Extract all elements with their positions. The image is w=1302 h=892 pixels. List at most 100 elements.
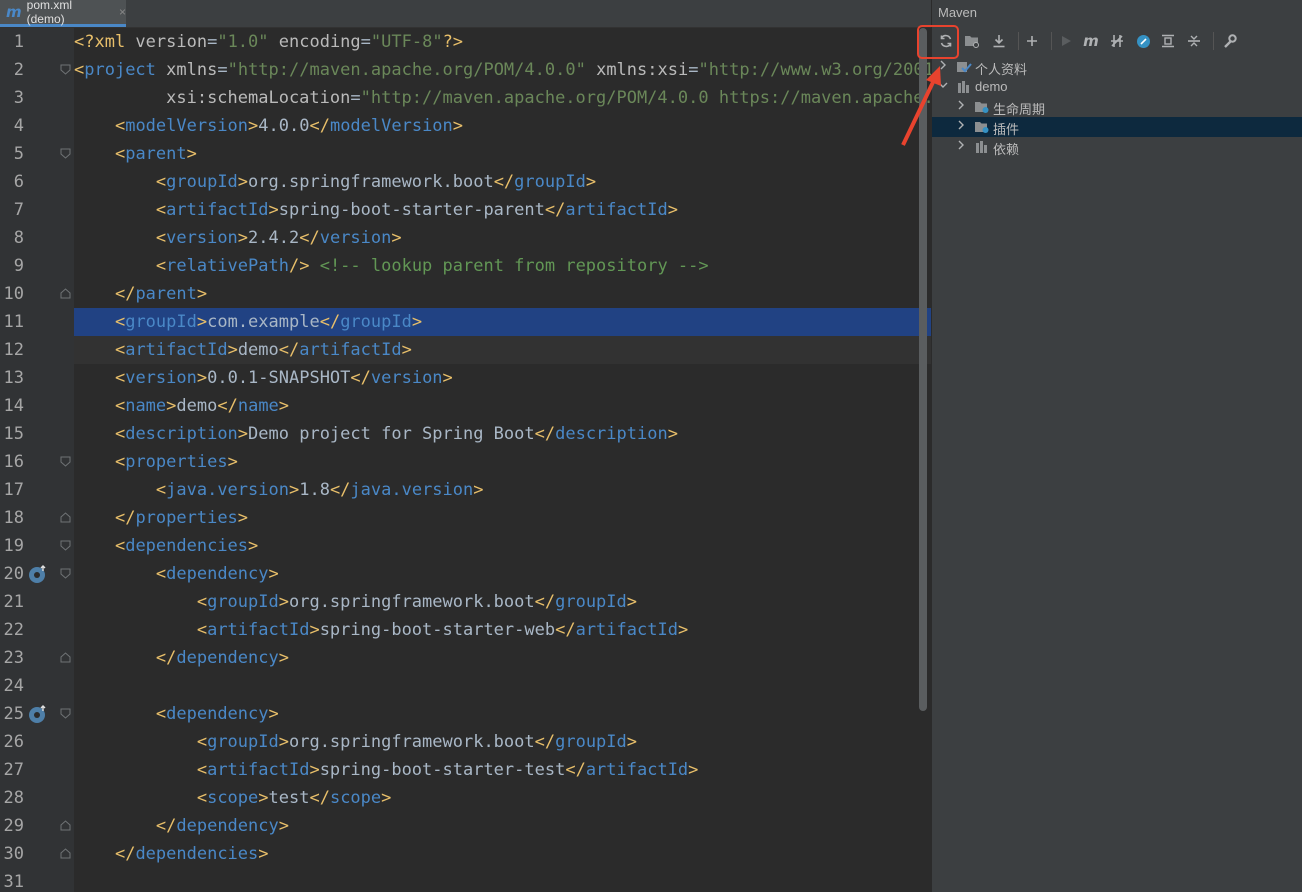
code-line[interactable]: 23 </dependency> <box>0 644 931 672</box>
code-text[interactable]: xsi:schemaLocation="http://maven.apache.… <box>74 84 931 112</box>
code-text[interactable]: <scope>test</scope> <box>74 784 931 812</box>
fold-close-icon[interactable] <box>60 848 71 859</box>
code-line[interactable]: 29 </dependency> <box>0 812 931 840</box>
code-text[interactable]: <artifactId>spring-boot-starter-test</ar… <box>74 756 931 784</box>
code-line[interactable]: 26 <groupId>org.springframework.boot</gr… <box>0 728 931 756</box>
chevron-right-icon[interactable] <box>956 100 968 112</box>
settings-icon[interactable] <box>1218 30 1240 52</box>
code-text[interactable]: <artifactId>spring-boot-starter-web</art… <box>74 616 931 644</box>
folder-generate-icon[interactable] <box>961 30 983 52</box>
code-line[interactable]: 14 <name>demo</name> <box>0 392 931 420</box>
code-text[interactable]: <artifactId>spring-boot-starter-parent</… <box>74 196 931 224</box>
code-text[interactable]: <name>demo</name> <box>74 392 931 420</box>
code-line[interactable]: 12 <artifactId>demo</artifactId> <box>0 336 931 364</box>
tree-item-dependencies[interactable]: 依赖 <box>932 137 1302 157</box>
maven-goal-icon[interactable]: m <box>1080 30 1102 52</box>
code-text[interactable]: </dependency> <box>74 812 931 840</box>
collapse-all-icon[interactable] <box>1183 30 1205 52</box>
code-line[interactable]: 4 <modelVersion>4.0.0</modelVersion> <box>0 112 931 140</box>
code-text[interactable] <box>74 672 931 700</box>
code-line[interactable]: 20 <dependency> <box>0 560 931 588</box>
code-text[interactable]: <dependency> <box>74 700 931 728</box>
code-line[interactable]: 1 <?xml version="1.0" encoding="UTF-8"?> <box>0 28 931 56</box>
code-text[interactable]: <version>0.0.1-SNAPSHOT</version> <box>74 364 931 392</box>
code-text[interactable]: </dependency> <box>74 644 931 672</box>
code-line[interactable]: 10 </parent> <box>0 280 931 308</box>
code-line[interactable]: 11 <groupId>com.example</groupId> <box>0 308 931 336</box>
toggle-offline-icon[interactable] <box>1106 30 1128 52</box>
code-line[interactable]: 5 <parent> <box>0 140 931 168</box>
code-line[interactable]: 22 <artifactId>spring-boot-starter-web</… <box>0 616 931 644</box>
fold-open-icon[interactable] <box>60 456 71 467</box>
code-line[interactable]: 30 </dependencies> <box>0 840 931 868</box>
code-text[interactable]: <java.version>1.8</java.version> <box>74 476 931 504</box>
code-line[interactable]: 19 <dependencies> <box>0 532 931 560</box>
fold-open-icon[interactable] <box>60 568 71 579</box>
tree-item-profiles[interactable]: 个人资料 <box>932 57 1302 77</box>
code-text[interactable]: </dependencies> <box>74 840 931 868</box>
code-text[interactable]: <groupId>org.springframework.boot</group… <box>74 168 931 196</box>
code-text[interactable]: <parent> <box>74 140 931 168</box>
fold-open-icon[interactable] <box>60 540 71 551</box>
code-text[interactable]: <project xmlns="http://maven.apache.org/… <box>74 56 931 84</box>
code-token: < <box>114 536 126 556</box>
code-text[interactable]: </properties> <box>74 504 931 532</box>
code-line[interactable]: 3 xsi:schemaLocation="http://maven.apach… <box>0 84 931 112</box>
code-text[interactable]: <artifactId>demo</artifactId> <box>74 336 931 364</box>
code-text[interactable]: <relativePath/> <!-- lookup parent from … <box>74 252 931 280</box>
code-line[interactable]: 6 <groupId>org.springframework.boot</gro… <box>0 168 931 196</box>
code-text[interactable]: </parent> <box>74 280 931 308</box>
code-text[interactable]: <groupId>com.example</groupId> <box>74 308 931 336</box>
code-editor[interactable]: 1 <?xml version="1.0" encoding="UTF-8"?> 2… <box>0 28 931 892</box>
code-text[interactable]: <properties> <box>74 448 931 476</box>
code-text[interactable]: <modelVersion>4.0.0</modelVersion> <box>74 112 931 140</box>
chevron-right-icon[interactable] <box>956 120 968 132</box>
fold-open-icon[interactable] <box>60 64 71 75</box>
close-icon[interactable]: × <box>119 5 126 19</box>
code-line[interactable]: 27 <artifactId>spring-boot-starter-test<… <box>0 756 931 784</box>
run-icon[interactable] <box>1055 30 1077 52</box>
code-line[interactable]: 25 <dependency> <box>0 700 931 728</box>
code-line[interactable]: 7 <artifactId>spring-boot-starter-parent… <box>0 196 931 224</box>
fold-close-icon[interactable] <box>60 820 71 831</box>
code-text[interactable]: <groupId>org.springframework.boot</group… <box>74 728 931 756</box>
code-line[interactable]: 9 <relativePath/> <!-- lookup parent fro… <box>0 252 931 280</box>
code-text[interactable]: <version>2.4.2</version> <box>74 224 931 252</box>
fold-close-icon[interactable] <box>60 512 71 523</box>
chevron-down-icon[interactable] <box>938 80 950 92</box>
code-line[interactable]: 8 <version>2.4.2</version> <box>0 224 931 252</box>
code-line[interactable]: 24 <box>0 672 931 700</box>
code-line[interactable]: 18 </properties> <box>0 504 931 532</box>
skip-tests-icon[interactable] <box>1132 30 1154 52</box>
chevron-right-icon[interactable] <box>938 60 950 72</box>
fold-open-icon[interactable] <box>60 148 71 159</box>
code-line[interactable]: 17 <java.version>1.8</java.version> <box>0 476 931 504</box>
fold-close-icon[interactable] <box>60 652 71 663</box>
dependency-gutter-icon[interactable] <box>28 704 48 724</box>
code-text[interactable]: <groupId>org.springframework.boot</group… <box>74 588 931 616</box>
code-line[interactable]: 21 <groupId>org.springframework.boot</gr… <box>0 588 931 616</box>
show-dependencies-icon[interactable] <box>1157 30 1179 52</box>
code-text[interactable]: <description>Demo project for Spring Boo… <box>74 420 931 448</box>
editor-scrollbar[interactable] <box>919 28 927 711</box>
code-text[interactable] <box>74 868 931 892</box>
code-line[interactable]: 13 <version>0.0.1-SNAPSHOT</version> <box>0 364 931 392</box>
code-line[interactable]: 15 <description>Demo project for Spring … <box>0 420 931 448</box>
code-text[interactable]: <?xml version="1.0" encoding="UTF-8"?> <box>74 28 931 56</box>
code-text[interactable]: <dependency> <box>74 560 931 588</box>
add-icon[interactable] <box>1021 30 1043 52</box>
tree-item-lifecycle[interactable]: 生命周期 <box>932 97 1302 117</box>
code-line[interactable]: 28 <scope>test</scope> <box>0 784 931 812</box>
chevron-right-icon[interactable] <box>956 140 968 152</box>
code-line[interactable]: 31 <box>0 868 931 892</box>
download-icon[interactable] <box>988 30 1010 52</box>
tab-pom-xml[interactable]: m pom.xml (demo) × <box>0 0 126 27</box>
fold-open-icon[interactable] <box>60 708 71 719</box>
code-line[interactable]: 2 <project xmlns="http://maven.apache.org… <box>0 56 931 84</box>
code-text[interactable]: <dependencies> <box>74 532 931 560</box>
dependency-gutter-icon[interactable] <box>28 564 48 584</box>
tree-item-plugins[interactable]: 插件 <box>932 117 1302 137</box>
fold-close-icon[interactable] <box>60 288 71 299</box>
code-line[interactable]: 16 <properties> <box>0 448 931 476</box>
tree-item-demo[interactable]: demo <box>932 77 1302 97</box>
